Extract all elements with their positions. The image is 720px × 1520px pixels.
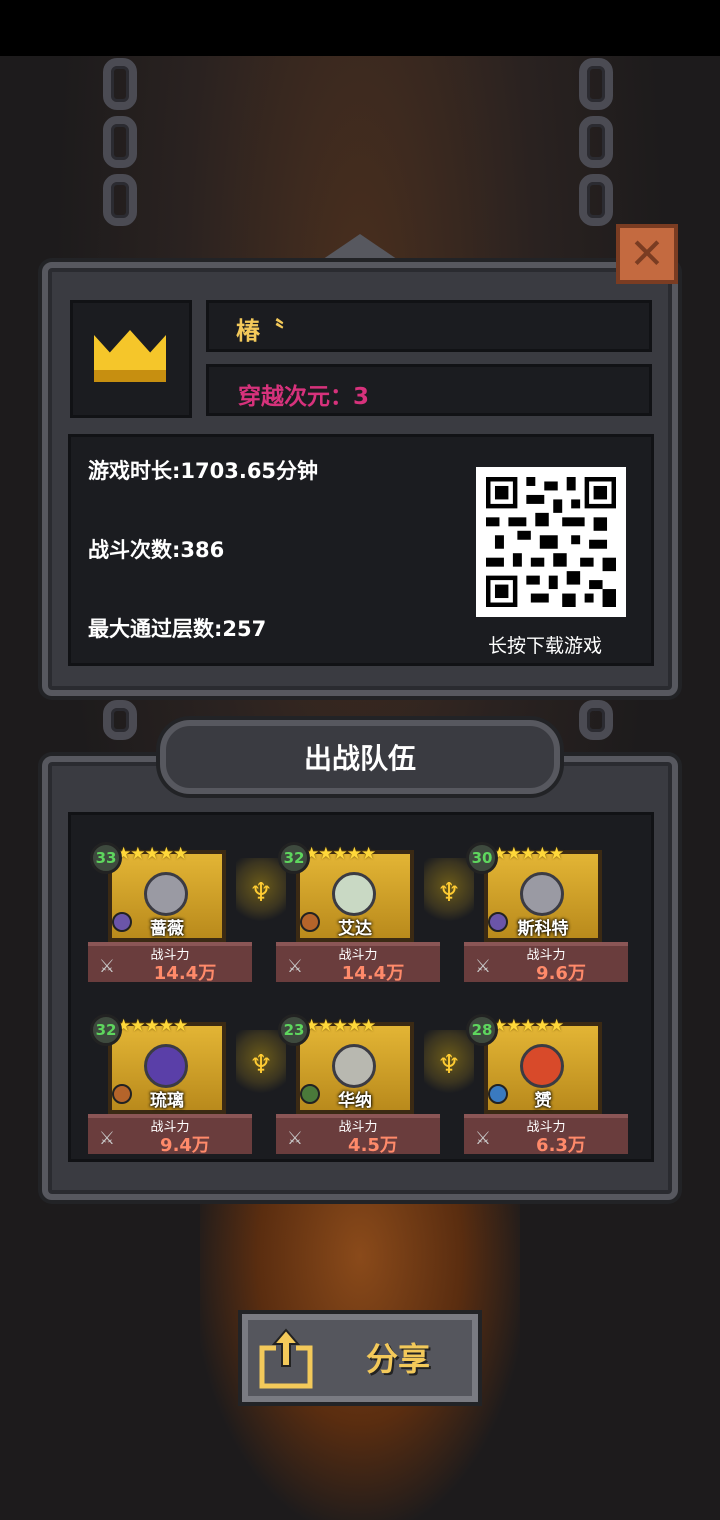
crossed-swords-icon: ⚔ [286,1128,304,1149]
hero-portrait [332,872,376,916]
star-rating: ★★★★★ [116,844,188,864]
hero-power: 14.4万 [341,963,405,984]
crossed-swords-icon: ⚔ [474,956,492,977]
hero-level: 30 [466,842,498,874]
qr-code[interactable] [476,467,626,617]
status-bar [0,0,720,56]
qr-caption: 长按下载游戏 [488,635,603,657]
crown-base [94,370,166,382]
hero-card[interactable]: ★★★★★ 30 斯科特 战斗力 ⚔ 9.6万 [464,842,628,984]
hero-name: 蔷薇 [150,919,184,939]
crossed-swords-icon: ⚔ [474,1128,492,1149]
share-label: 分享 [366,1340,431,1378]
star-rating: ★★★★★ [492,844,564,864]
hero-name: 琉璃 [150,1091,184,1111]
hero-portrait [144,872,188,916]
right-chain [574,58,618,232]
hero-level: 33 [90,842,122,874]
hero-name: 艾达 [338,919,372,939]
star-rating: ★★★★★ [116,1016,188,1036]
qr-code-icon [486,477,616,607]
star-rating: ★★★★★ [492,1016,564,1036]
star-rating: ★★★★★ [304,844,376,864]
team-title: 出战队伍 [160,720,560,794]
hero-level: 28 [466,1014,498,1046]
close-icon: ✕ [629,229,665,278]
star-rating: ★★★★★ [304,1016,376,1036]
dimension-value: 3 [353,384,370,410]
left-chain-lower [98,700,142,746]
hero-portrait [520,1044,564,1088]
hero-card[interactable]: ★★★★★ 32 艾达 战斗力 ⚔ 14.4万 [276,842,440,984]
crossed-swords-icon: ⚔ [98,956,116,977]
crossed-swords-icon: ⚔ [286,956,304,977]
hero-portrait [144,1044,188,1088]
hero-power: 14.4万 [153,963,217,984]
right-chain-lower [574,700,618,746]
share-icon [259,1328,313,1389]
hero-card[interactable]: ★★★★★ 32 琉璃 战斗力 ⚔ 9.4万 [88,1014,252,1156]
hero-power: 9.6万 [536,963,586,984]
dimension-count: 穿越次元：3 [238,377,369,411]
dimension-label: 穿越次元： [238,384,353,410]
crossed-swords-icon: ⚔ [98,1128,116,1149]
hero-level: 32 [278,842,310,874]
max-floor-stat: 最大通过层数:257 [88,617,267,641]
hero-name: 斯科特 [517,919,569,939]
close-button[interactable]: ✕ [616,224,678,284]
hero-level: 23 [278,1014,310,1046]
hero-power: 6.3万 [536,1135,586,1156]
hero-name: 赟 [534,1091,552,1111]
hero-portrait [520,872,564,916]
hero-card[interactable]: ★★★★★ 28 赟 战斗力 ⚔ 6.3万 [464,1014,628,1156]
player-name: 椿〝 [236,317,284,345]
hero-portrait [332,1044,376,1088]
battle-count-stat: 战斗次数:386 [88,538,225,562]
left-chain [98,58,142,232]
hero-power: 4.5万 [348,1135,398,1156]
hero-card[interactable]: ★★★★★ 23 华纳 战斗力 ⚔ 4.5万 [276,1014,440,1156]
hero-name: 华纳 [338,1091,372,1111]
play-time-stat: 游戏时长:1703.65分钟 [88,459,319,483]
hero-level: 32 [90,1014,122,1046]
hero-power: 9.4万 [160,1135,210,1156]
hero-card[interactable]: ★★★★★ 33 蔷薇 战斗力 ⚔ 14.4万 [88,842,252,984]
